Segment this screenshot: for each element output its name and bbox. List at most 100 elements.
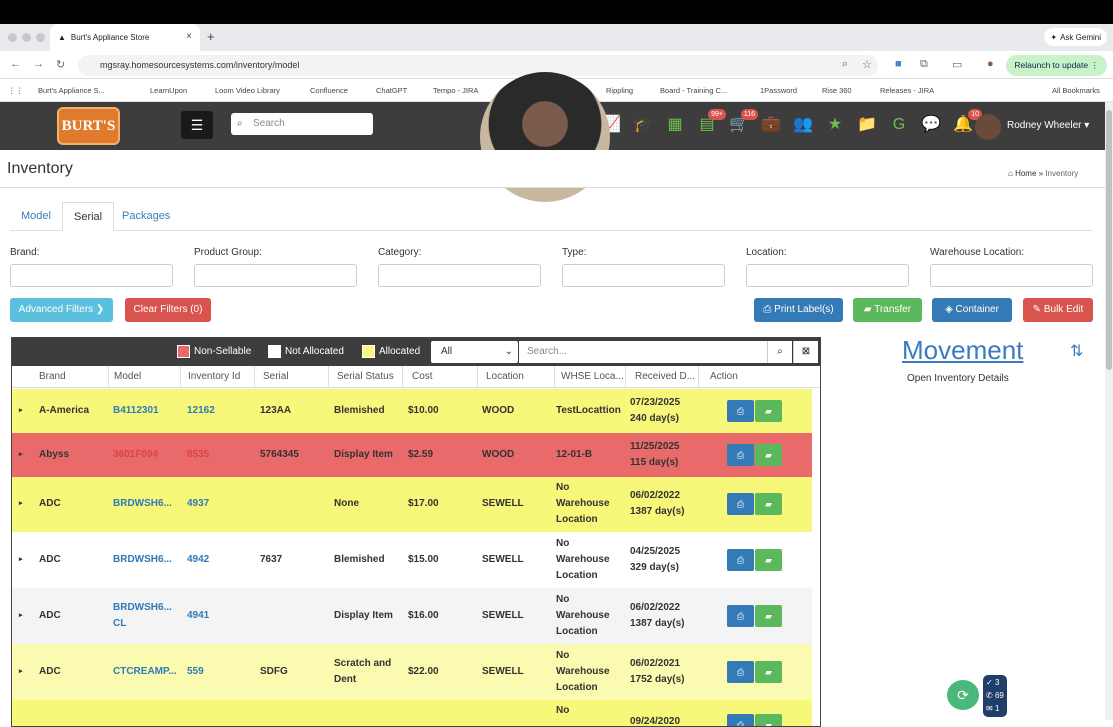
category-filter-input[interactable] bbox=[378, 264, 541, 287]
briefcase-icon[interactable]: 💼 bbox=[760, 114, 782, 136]
reload-icon[interactable]: ↻ bbox=[56, 58, 65, 71]
truck-icon[interactable]: ▰ bbox=[755, 661, 782, 683]
grid-search-input[interactable]: Search... bbox=[519, 341, 767, 363]
cell-inventory-id-link[interactable]: 12162 bbox=[187, 403, 215, 419]
type-filter-input[interactable] bbox=[562, 264, 725, 287]
user-avatar[interactable] bbox=[975, 114, 1001, 140]
transfer-button[interactable]: ▰ Transfer bbox=[853, 298, 922, 322]
back-icon[interactable]: ← bbox=[10, 58, 21, 70]
star-icon[interactable]: ★ bbox=[824, 114, 846, 136]
truck-icon[interactable]: ▰ bbox=[755, 400, 782, 422]
bell-icon[interactable]: 🔔 10 bbox=[952, 109, 982, 136]
users-icon[interactable]: 👥 bbox=[792, 114, 814, 136]
advanced-filters-button[interactable]: Advanced Filters ❯ bbox=[10, 298, 113, 322]
column-header[interactable]: Cost bbox=[412, 371, 433, 382]
ask-gemini-button[interactable]: ✦ Ask Gemini bbox=[1044, 28, 1107, 46]
cell-model-link[interactable]: BRDWSH6... bbox=[113, 496, 172, 512]
calculator-icon[interactable]: ▦ bbox=[664, 114, 686, 136]
print-icon[interactable]: ⎙ bbox=[727, 714, 754, 726]
cell-model-link[interactable]: BRDWSH6... bbox=[113, 552, 172, 568]
extensions-puzzle-icon[interactable]: ⧉ bbox=[920, 58, 928, 71]
print-icon[interactable]: ⎙ bbox=[727, 444, 754, 466]
expand-row-icon[interactable]: ▸ bbox=[19, 447, 23, 463]
zoom-icon[interactable]: ⌕ bbox=[842, 58, 848, 71]
bookmark-item[interactable]: Board - Training C... bbox=[660, 86, 727, 95]
bookmark-item[interactable]: 1Password bbox=[760, 86, 797, 95]
print-icon[interactable]: ⎙ bbox=[727, 493, 754, 515]
cell-inventory-id-link[interactable]: 8535 bbox=[187, 447, 209, 463]
all-bookmarks[interactable]: All Bookmarks bbox=[1052, 86, 1100, 95]
warehouse-location-filter-input[interactable] bbox=[930, 264, 1093, 287]
close-tab-icon[interactable]: × bbox=[186, 31, 192, 42]
new-tab-button[interactable]: + bbox=[207, 29, 215, 44]
forward-icon[interactable]: → bbox=[33, 58, 44, 70]
relaunch-button[interactable]: Relaunch to update ⋮ bbox=[1006, 55, 1107, 76]
truck-icon[interactable]: ▰ bbox=[755, 549, 782, 571]
cart-icon[interactable]: 🛒 116 bbox=[728, 109, 758, 136]
extension-icon[interactable]: ■ bbox=[895, 58, 902, 70]
truck-icon[interactable]: ▰ bbox=[755, 714, 782, 726]
column-header[interactable]: Inventory Id bbox=[188, 371, 240, 382]
profile-avatar-icon[interactable]: ● bbox=[987, 58, 994, 70]
folder-icon[interactable]: 📁 bbox=[856, 114, 878, 136]
clear-filters-button[interactable]: Clear Filters (0) bbox=[125, 298, 211, 322]
tab-serial[interactable]: Serial bbox=[62, 202, 115, 231]
support-widget-icon[interactable]: ⟳ bbox=[947, 680, 979, 710]
header-search-input[interactable]: ⌕ Search bbox=[231, 113, 373, 135]
bookmark-item[interactable]: Confluence bbox=[310, 86, 348, 95]
google-icon[interactable]: G bbox=[888, 114, 910, 136]
column-header[interactable]: Received D... bbox=[635, 371, 695, 382]
table-row[interactable]: No 09/24/2020 ⎙ ▰ bbox=[12, 700, 812, 726]
cell-model-link[interactable]: 3601F094 bbox=[113, 447, 158, 463]
cell-model-link[interactable]: BRDWSH6... CL bbox=[113, 600, 175, 632]
table-row[interactable]: ▸ Abyss 3601F094 8535 5764345 Display It… bbox=[12, 433, 812, 477]
bookmark-item[interactable]: Rippling bbox=[606, 86, 633, 95]
bookmark-item[interactable]: Releases - JIRA bbox=[880, 86, 934, 95]
graduation-cap-icon[interactable]: 🎓 bbox=[632, 114, 654, 136]
expand-row-icon[interactable]: ▸ bbox=[19, 552, 23, 568]
sort-icon[interactable]: ⇅ bbox=[1070, 341, 1083, 361]
chat-icon[interactable]: 💬 bbox=[920, 114, 942, 136]
container-button[interactable]: ◈ Container bbox=[932, 298, 1012, 322]
export-excel-icon[interactable]: ⊠ bbox=[793, 341, 818, 363]
bookmark-item[interactable]: Burt's Appliance S... bbox=[38, 86, 105, 95]
table-row[interactable]: ▸ ADC CTCREAMP... 559 SDFG Scratch and D… bbox=[12, 644, 812, 700]
sidepanel-icon[interactable]: ▭ bbox=[952, 58, 962, 71]
bookmark-item[interactable]: Rise 360 bbox=[822, 86, 852, 95]
truck-icon[interactable]: ▰ bbox=[755, 605, 782, 627]
location-filter-input[interactable] bbox=[746, 264, 909, 287]
table-row[interactable]: ▸ ADC BRDWSH6... 4942 7637 Blemished $15… bbox=[12, 532, 812, 588]
column-header[interactable]: Serial bbox=[263, 371, 289, 382]
breadcrumb-home[interactable]: Home bbox=[1015, 169, 1036, 178]
column-header[interactable]: Location bbox=[486, 371, 524, 382]
expand-row-icon[interactable]: ▸ bbox=[19, 496, 23, 512]
expand-row-icon[interactable]: ▸ bbox=[19, 664, 23, 680]
status-select[interactable]: All ⌄ bbox=[431, 341, 518, 363]
bookmark-item[interactable]: Tempo - JIRA bbox=[433, 86, 478, 95]
scrollbar-thumb[interactable] bbox=[1106, 110, 1112, 370]
store-logo[interactable]: BURT'S bbox=[57, 107, 120, 145]
register-icon[interactable]: ▤ 99+ bbox=[696, 109, 726, 136]
bookmark-star-icon[interactable]: ☆ bbox=[862, 58, 872, 71]
window-controls[interactable] bbox=[8, 33, 45, 42]
cell-model-link[interactable]: B4112301 bbox=[113, 403, 159, 419]
column-header[interactable]: Model bbox=[114, 371, 141, 382]
hamburger-menu-icon[interactable]: ☰ bbox=[181, 111, 213, 139]
user-menu[interactable]: Rodney Wheeler ▾ bbox=[1007, 120, 1089, 131]
truck-icon[interactable]: ▰ bbox=[755, 493, 782, 515]
column-header[interactable]: Brand bbox=[39, 371, 66, 382]
cell-inventory-id-link[interactable]: 559 bbox=[187, 664, 204, 680]
table-row[interactable]: ▸ ADC BRDWSH6... CL 4941 Display Item $1… bbox=[12, 588, 812, 644]
print-icon[interactable]: ⎙ bbox=[727, 605, 754, 627]
table-row[interactable]: ▸ ADC BRDWSH6... 4937 None $17.00 SEWELL… bbox=[12, 477, 812, 532]
print-icon[interactable]: ⎙ bbox=[727, 661, 754, 683]
cell-model-link[interactable]: CTCREAMP... bbox=[113, 664, 177, 680]
tab-packages[interactable]: Packages bbox=[111, 202, 181, 231]
expand-row-icon[interactable]: ▸ bbox=[19, 608, 23, 624]
activity-widget[interactable]: ✓ 3 ✆ 69 ✉ 1 bbox=[983, 675, 1007, 717]
bookmark-item[interactable]: ChatGPT bbox=[376, 86, 407, 95]
apps-icon[interactable]: ⋮⋮ bbox=[8, 86, 23, 95]
column-header[interactable]: WHSE Loca... bbox=[561, 371, 624, 382]
print-icon[interactable]: ⎙ bbox=[727, 549, 754, 571]
brand-filter-input[interactable] bbox=[10, 264, 173, 287]
